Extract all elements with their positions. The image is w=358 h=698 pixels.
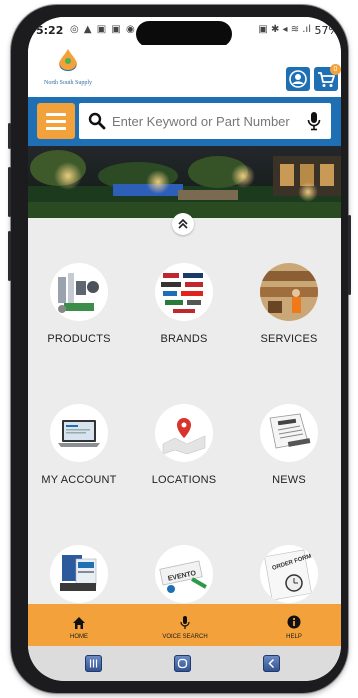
order-form-image: ORDER FORM xyxy=(260,545,318,603)
tile-locations[interactable]: LOCATIONS xyxy=(134,404,234,486)
logo-text: North South Supply xyxy=(43,80,92,86)
landscape-lighting-image xyxy=(28,146,341,218)
user-icon xyxy=(289,70,307,88)
recent-apps-icon xyxy=(89,659,98,668)
signal-wifi-icons: ▣ ✱ ◂ ≋ .ıl xyxy=(258,24,311,35)
tile-news[interactable]: NEWS xyxy=(239,404,339,486)
microphone-icon xyxy=(180,616,190,629)
cart-count-badge: 0 xyxy=(330,64,341,75)
tile-label: PRODUCTS xyxy=(47,333,111,345)
double-chevron-up-icon xyxy=(178,218,188,229)
info-icon xyxy=(287,615,301,629)
hero-banner[interactable] xyxy=(28,146,341,218)
tile-label: NEWS xyxy=(272,474,306,486)
power-button xyxy=(348,215,351,295)
recent-apps-button[interactable] xyxy=(85,655,102,672)
company-logo[interactable]: North South Supply xyxy=(38,49,98,95)
tile-label: BRANDS xyxy=(160,333,208,345)
events-image: EVENTO xyxy=(155,545,213,603)
logo-drop-icon xyxy=(59,49,77,71)
nav-home-label: HOME xyxy=(70,634,88,640)
products-image xyxy=(50,263,108,321)
cart-button[interactable]: 0 xyxy=(314,64,341,91)
map-pin-image xyxy=(155,404,213,462)
brands-image xyxy=(155,263,213,321)
tile-label: LOCATIONS xyxy=(151,474,217,486)
tile-brands[interactable]: BRANDS xyxy=(134,263,234,345)
home-circle-icon xyxy=(177,658,188,669)
tile-services[interactable]: SERVICES xyxy=(239,263,339,345)
back-system-button[interactable] xyxy=(263,655,280,672)
status-time: 5:22 xyxy=(36,24,64,37)
nav-help-label: HELP xyxy=(286,634,302,640)
system-nav-bar xyxy=(28,646,341,681)
volume-down-button xyxy=(8,231,11,281)
battery-percent: 57% xyxy=(314,24,339,37)
search-input[interactable] xyxy=(112,103,292,139)
search-bar xyxy=(28,97,341,146)
search-box xyxy=(79,103,331,139)
tile-my-account[interactable]: MY ACCOUNT xyxy=(29,404,129,486)
menu-button[interactable] xyxy=(37,103,75,139)
laptop-image xyxy=(50,404,108,462)
catalog-image xyxy=(50,545,108,603)
microphone-icon[interactable] xyxy=(307,111,321,131)
services-image xyxy=(260,263,318,321)
bottom-nav: HOME VOICE SEARCH HELP xyxy=(28,604,341,646)
tile-label: SERVICES xyxy=(260,333,318,345)
nav-help[interactable]: HELP xyxy=(254,604,334,646)
hamburger-icon xyxy=(46,113,66,116)
home-system-button[interactable] xyxy=(174,655,191,672)
tile-products[interactable]: PRODUCTS xyxy=(29,263,129,345)
home-icon xyxy=(73,617,85,629)
tile-label: MY ACCOUNT xyxy=(41,474,117,486)
app-header: North South Supply 0 xyxy=(28,45,341,97)
nav-home[interactable]: HOME xyxy=(39,604,119,646)
search-icon[interactable] xyxy=(88,112,106,130)
volume-up-button xyxy=(8,167,11,217)
nav-voice-search-label: VOICE SEARCH xyxy=(162,634,208,640)
account-button[interactable] xyxy=(286,67,310,91)
screen: 5:22 ◎ ▲ ▣ ▣ ◉ ◉ ▣ ✱ ◂ ≋ .ıl 57% North S… xyxy=(28,17,341,681)
newspaper-image xyxy=(260,404,318,462)
mute-switch xyxy=(8,123,11,149)
dynamic-island xyxy=(136,21,232,47)
nav-voice-search[interactable]: VOICE SEARCH xyxy=(145,604,225,646)
collapse-banner-button[interactable] xyxy=(172,213,194,235)
back-chevron-icon xyxy=(268,658,275,669)
